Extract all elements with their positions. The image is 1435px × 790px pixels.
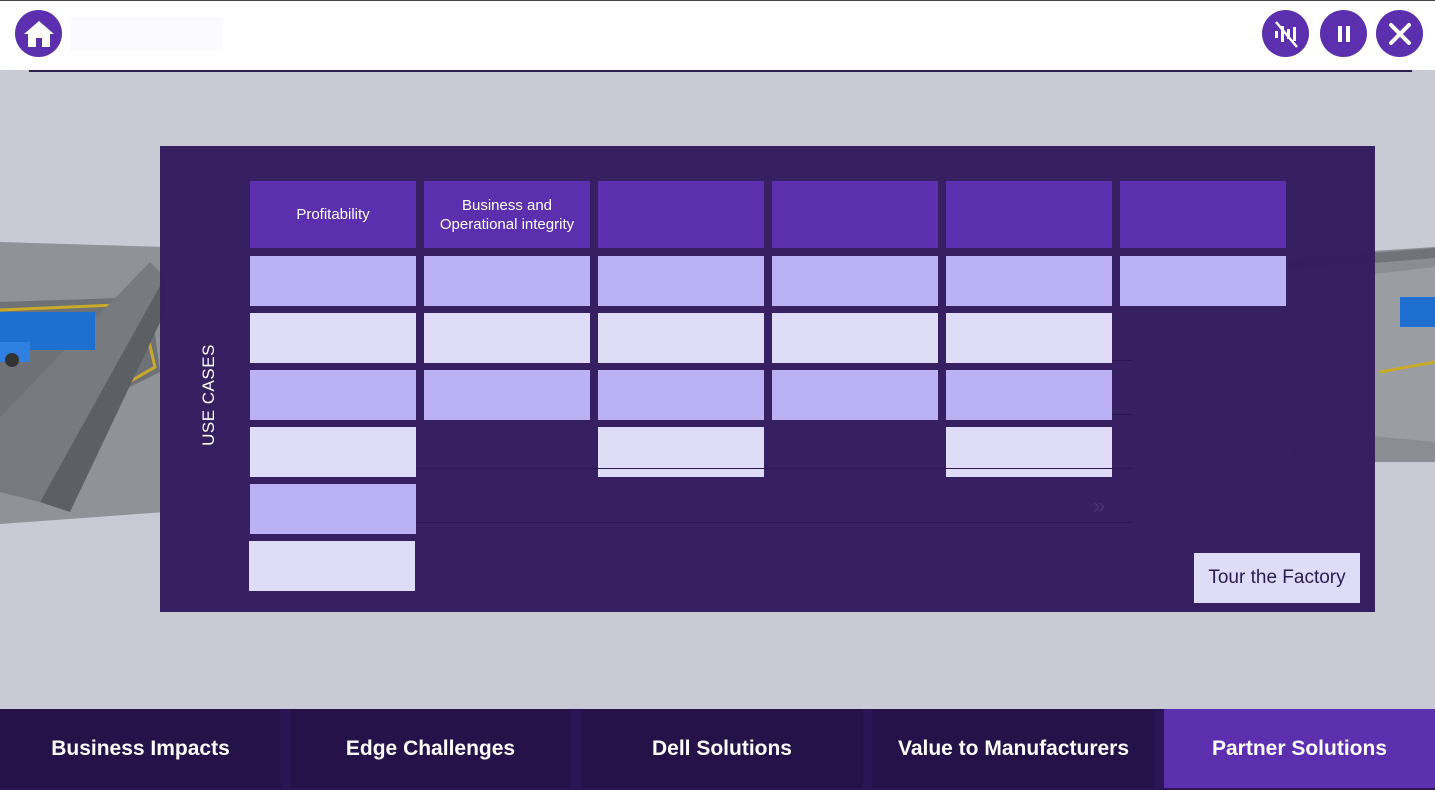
use-cases-label: USE CASES bbox=[187, 320, 231, 470]
use-case-cell[interactable] bbox=[249, 541, 415, 591]
column-header-6[interactable] bbox=[1120, 181, 1286, 248]
use-cases-text: USE CASES bbox=[199, 344, 218, 446]
nav-tab-value-to-manufacturers[interactable]: Value to Manufacturers bbox=[872, 709, 1155, 788]
use-case-cell[interactable] bbox=[598, 370, 764, 420]
use-case-cell[interactable] bbox=[424, 313, 590, 363]
column-header-2[interactable]: Business and Operational integrity bbox=[424, 181, 590, 248]
audio-off-icon bbox=[1274, 20, 1298, 48]
use-case-cell[interactable] bbox=[772, 313, 938, 363]
use-case-cell[interactable] bbox=[424, 370, 590, 420]
use-case-cell[interactable] bbox=[946, 256, 1112, 306]
use-case-cell[interactable] bbox=[250, 484, 416, 534]
column-header-4[interactable] bbox=[772, 181, 938, 248]
mute-button[interactable] bbox=[1262, 10, 1309, 57]
use-case-cell[interactable] bbox=[598, 256, 764, 306]
use-case-cell[interactable] bbox=[598, 313, 764, 363]
grid-divider-2 bbox=[416, 522, 1131, 523]
use-case-cell[interactable] bbox=[250, 370, 416, 420]
home-button[interactable] bbox=[15, 10, 62, 57]
use-case-cell[interactable] bbox=[598, 427, 764, 477]
nav-tab-business-impacts[interactable]: Business Impacts bbox=[0, 709, 281, 788]
use-case-cell[interactable] bbox=[250, 313, 416, 363]
use-case-cell[interactable] bbox=[424, 256, 590, 306]
use-case-cell[interactable] bbox=[250, 256, 416, 306]
use-case-cell[interactable] bbox=[772, 370, 938, 420]
use-case-cell[interactable] bbox=[772, 256, 938, 306]
nav-tab-edge-challenges[interactable]: Edge Challenges bbox=[290, 709, 571, 788]
app-title bbox=[70, 17, 222, 51]
tour-factory-button[interactable]: Tour the Factory bbox=[1194, 553, 1360, 603]
use-case-cell[interactable] bbox=[946, 370, 1112, 420]
column-header-5[interactable] bbox=[946, 181, 1112, 248]
chevron-right-icon: » bbox=[1093, 493, 1106, 518]
grid-divider-4 bbox=[1112, 414, 1132, 415]
home-icon bbox=[23, 20, 54, 47]
grid-divider-3 bbox=[1112, 360, 1132, 361]
use-case-cell[interactable] bbox=[946, 427, 1112, 477]
close-button[interactable] bbox=[1376, 10, 1423, 57]
use-case-cell[interactable] bbox=[1120, 256, 1286, 306]
close-icon bbox=[1388, 22, 1411, 45]
use-case-cell[interactable] bbox=[946, 313, 1112, 363]
grid-divider-1 bbox=[416, 468, 1131, 469]
pause-icon bbox=[1337, 25, 1350, 42]
column-header-3[interactable] bbox=[598, 181, 764, 248]
use-case-cell[interactable] bbox=[250, 427, 416, 477]
pause-button[interactable] bbox=[1320, 10, 1367, 57]
nav-tab-dell-solutions[interactable]: Dell Solutions bbox=[581, 709, 863, 788]
column-header-1[interactable]: Profitability bbox=[250, 181, 416, 248]
nav-tab-partner-solutions[interactable]: Partner Solutions bbox=[1164, 709, 1435, 788]
